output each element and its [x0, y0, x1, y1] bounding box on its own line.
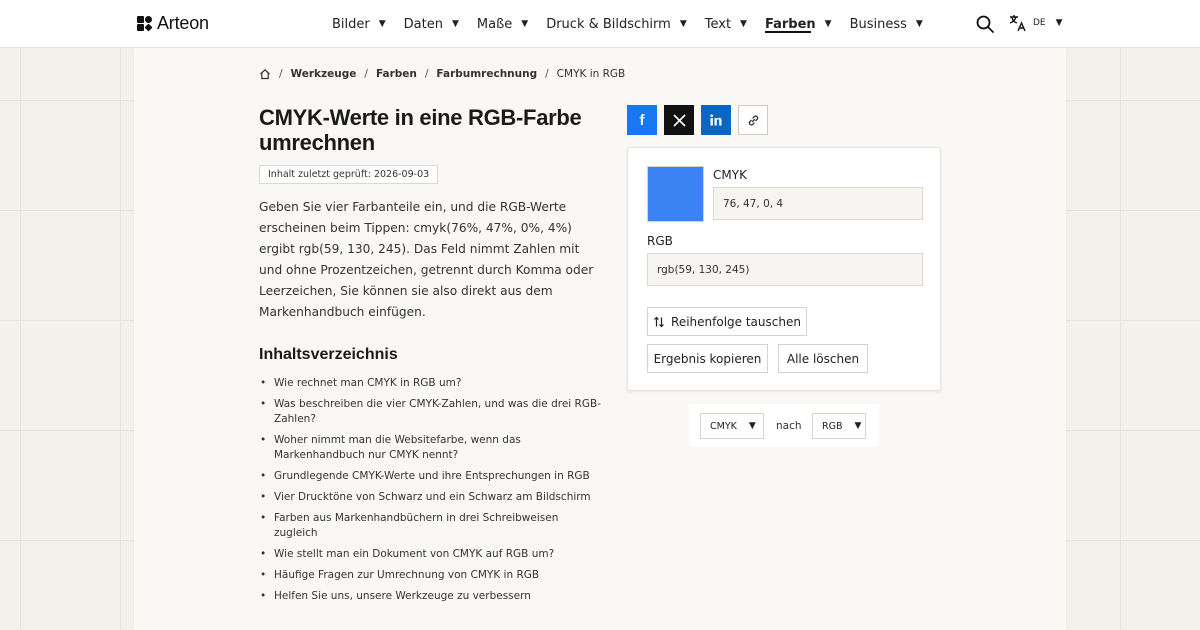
- caret-down-icon: ▼: [915, 19, 923, 29]
- nav-item-bilder[interactable]: Bilder ▼: [332, 0, 386, 48]
- x-icon: [672, 113, 686, 127]
- toc-item[interactable]: Wie rechnet man CMYK in RGB um?: [259, 376, 604, 391]
- converter-panel: CMYK 76, 47, 0, 4 RGB rgb(59, 130, 245) …: [627, 147, 941, 391]
- copy-link-button[interactable]: [738, 105, 768, 135]
- home-icon[interactable]: [259, 68, 271, 80]
- translate-icon: [1009, 15, 1026, 32]
- search-icon[interactable]: [975, 14, 995, 34]
- to-format-select[interactable]: RGB ▼: [812, 413, 866, 439]
- share-buttons: f: [627, 105, 768, 135]
- nav-item-business[interactable]: Business ▼: [850, 0, 923, 48]
- content-card: / Werkzeuge / Farben / Farbumrechnung / …: [134, 48, 1066, 630]
- breadcrumb-current: CMYK in RGB: [556, 68, 626, 80]
- nav-item-farben[interactable]: Farben ▼: [765, 0, 832, 48]
- last-checked-badge: Inhalt zuletzt geprüft: 2026-09-03: [259, 165, 439, 184]
- cmyk-label: CMYK: [713, 168, 747, 182]
- copy-result-button[interactable]: Ergebnis kopieren: [647, 344, 768, 373]
- conversion-selector: CMYK ▼ nach RGB ▼: [689, 404, 879, 447]
- facebook-icon: f: [639, 111, 645, 129]
- caret-down-icon: ▼: [824, 19, 832, 29]
- link-icon: [748, 114, 758, 126]
- breadcrumb-farben[interactable]: Farben: [376, 68, 417, 80]
- toc-item[interactable]: Wie stellt man ein Dokument von CMYK auf…: [259, 547, 604, 562]
- nav-item-masse[interactable]: Maße ▼: [477, 0, 528, 48]
- toc-heading: Inhaltsverzeichnis: [259, 346, 398, 363]
- facebook-share-button[interactable]: f: [627, 105, 657, 135]
- rgb-label: RGB: [647, 234, 673, 248]
- page-title: CMYK-Werte in eine RGB-Farbe umrechnen: [259, 105, 582, 155]
- top-navigation-bar: Arteon Bilder ▼ Daten ▼ Maße ▼ Druck & Bild…: [0, 0, 1200, 48]
- toc-item[interactable]: Helfen Sie uns, unsere Werkzeuge zu verb…: [259, 589, 604, 604]
- from-format-value: CMYK: [710, 420, 737, 432]
- brand-logo[interactable]: Arteon: [137, 13, 209, 34]
- language-code: DE: [1033, 18, 1046, 28]
- breadcrumb: / Werkzeuge / Farben / Farbumrechnung / …: [259, 68, 625, 80]
- nav-item-text[interactable]: Text ▼: [705, 0, 747, 48]
- to-format-value: RGB: [822, 420, 843, 432]
- language-selector[interactable]: DE ▼: [1009, 14, 1063, 32]
- swap-order-button[interactable]: Reihenfolge tauschen: [647, 307, 807, 336]
- intro-paragraph: Geben Sie vier Farbanteile ein, und die …: [259, 200, 594, 319]
- cmyk-input[interactable]: 76, 47, 0, 4: [713, 187, 923, 220]
- breadcrumb-werkzeuge[interactable]: Werkzeuge: [291, 68, 357, 80]
- caret-down-icon: ▼: [748, 421, 756, 431]
- caret-down-icon: ▼: [451, 19, 459, 29]
- clear-all-button[interactable]: Alle löschen: [778, 344, 868, 373]
- caret-down-icon: ▼: [740, 19, 747, 29]
- caret-down-icon: ▼: [1055, 18, 1063, 28]
- brand-name: Arteon: [157, 13, 209, 33]
- linkedin-share-button[interactable]: [701, 105, 731, 135]
- rgb-output[interactable]: rgb(59, 130, 245): [647, 253, 923, 286]
- linkedin-icon: [710, 114, 722, 126]
- caret-down-icon: ▼: [854, 421, 862, 431]
- toc-item[interactable]: Woher nimmt man die Websitefarbe, wenn d…: [259, 433, 604, 463]
- table-of-contents: Wie rechnet man CMYK in RGB um? Was besc…: [259, 376, 604, 610]
- toc-item[interactable]: Was beschreiben die vier CMYK-Zahlen, un…: [259, 397, 604, 427]
- logo-icon: [137, 15, 153, 32]
- caret-down-icon: ▼: [679, 19, 687, 29]
- nav-item-druck-bildschirm[interactable]: Druck & Bildschirm ▼: [546, 0, 687, 48]
- swap-arrows-icon: [654, 316, 664, 327]
- nav-item-daten[interactable]: Daten ▼: [404, 0, 459, 48]
- toc-item[interactable]: Grundlegende CMYK-Werte und ihre Entspre…: [259, 469, 604, 484]
- main-nav: Bilder ▼ Daten ▼ Maße ▼ Druck & Bildschirm ▼…: [332, 0, 941, 48]
- from-format-select[interactable]: CMYK ▼: [700, 413, 764, 439]
- swap-order-label: Reihenfolge tauschen: [671, 314, 801, 329]
- toc-item[interactable]: Farben aus Markenhandbüchern in drei Sch…: [259, 511, 604, 541]
- toc-item[interactable]: Vier Drucktöne von Schwarz und ein Schwa…: [259, 490, 604, 505]
- caret-down-icon: ▼: [378, 19, 386, 29]
- conversion-connector: nach: [776, 420, 802, 432]
- color-swatch: [647, 166, 704, 222]
- breadcrumb-farbumrechnung[interactable]: Farbumrechnung: [436, 68, 537, 80]
- caret-down-icon: ▼: [521, 19, 529, 29]
- x-share-button[interactable]: [664, 105, 694, 135]
- toc-item[interactable]: Häufige Fragen zur Umrechnung von CMYK i…: [259, 568, 604, 583]
